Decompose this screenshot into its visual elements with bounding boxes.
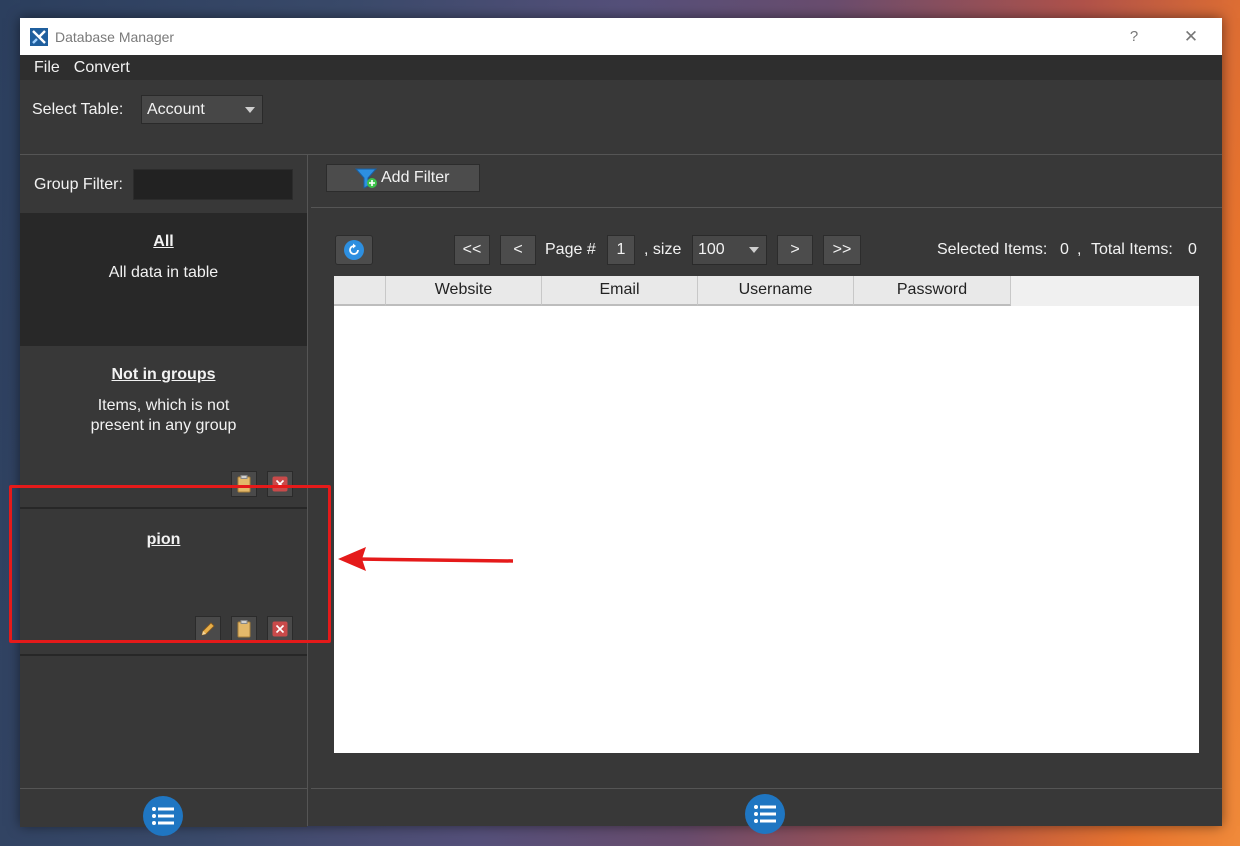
items-menu-button[interactable] xyxy=(745,794,785,834)
group-filter-label: Group Filter: xyxy=(34,176,123,193)
list-icon xyxy=(754,805,776,823)
close-button[interactable]: ✕ xyxy=(1168,18,1214,55)
table-header: Website Email Username Password xyxy=(334,276,1199,306)
group-title: Not in groups xyxy=(111,366,216,383)
column-header-email[interactable]: Email xyxy=(542,276,698,306)
prev-page-button[interactable]: < xyxy=(500,235,536,265)
column-header-website[interactable]: Website xyxy=(386,276,542,306)
total-items-label: Total Items: xyxy=(1091,241,1173,258)
menu-bar: File Convert xyxy=(20,55,1222,80)
filter-add-icon xyxy=(355,168,378,189)
annotation-highlight-box xyxy=(9,485,331,643)
selected-items-count: 0 xyxy=(1060,241,1069,258)
column-header-password[interactable]: Password xyxy=(854,276,1011,306)
page-size-value: 100 xyxy=(698,241,725,258)
menu-file[interactable]: File xyxy=(27,59,67,77)
refresh-icon xyxy=(344,240,364,260)
header-corner[interactable] xyxy=(334,276,386,306)
divider xyxy=(311,207,1222,208)
dropdown-arrow-icon xyxy=(245,106,255,113)
separator-comma: , xyxy=(1077,241,1082,258)
refresh-button[interactable] xyxy=(335,235,373,265)
next-page-button[interactable]: > xyxy=(777,235,813,265)
total-items-count: 0 xyxy=(1188,241,1197,258)
table-select-value: Account xyxy=(147,100,205,118)
group-all[interactable]: All All data in table xyxy=(20,213,307,346)
page-size-select[interactable]: 100 xyxy=(692,235,767,265)
items-panel: Add Filter << < Page # 1 , size 100 > >>… xyxy=(309,155,1222,834)
groups-menu-button[interactable] xyxy=(143,796,183,836)
annotation-arrow xyxy=(338,547,514,571)
items-table[interactable]: Website Email Username Password xyxy=(334,276,1199,753)
page-number-input[interactable]: 1 xyxy=(607,235,635,265)
add-filter-label: Add Filter xyxy=(381,169,450,186)
last-page-button[interactable]: >> xyxy=(823,235,861,265)
list-icon xyxy=(152,807,174,825)
first-page-button[interactable]: << xyxy=(454,235,490,265)
select-table-label: Select Table: xyxy=(32,101,124,118)
size-label: , size xyxy=(644,241,682,258)
group-description-line1: Items, which is not xyxy=(97,397,230,414)
group-description: All data in table xyxy=(108,264,219,281)
title-bar: Database Manager ? ✕ xyxy=(20,18,1222,55)
column-header-username[interactable]: Username xyxy=(698,276,854,306)
group-filter-input[interactable] xyxy=(133,169,293,200)
page-label: Page # xyxy=(545,241,596,258)
groups-footer xyxy=(20,788,307,836)
add-filter-button[interactable]: Add Filter xyxy=(326,164,480,192)
menu-convert[interactable]: Convert xyxy=(67,59,137,77)
group-title: All xyxy=(153,233,174,250)
group-description-line2: present in any group xyxy=(90,417,237,434)
table-toolbar: Select Table: Account xyxy=(20,80,1222,155)
dropdown-arrow-icon xyxy=(749,247,759,253)
window-title: Database Manager xyxy=(55,28,175,45)
selected-items-label: Selected Items: xyxy=(937,241,1048,258)
table-select[interactable]: Account xyxy=(141,95,263,124)
app-icon xyxy=(30,27,48,46)
database-manager-window: Database Manager ? ✕ File Convert Select… xyxy=(20,18,1222,836)
items-footer xyxy=(311,788,1222,834)
help-button[interactable]: ? xyxy=(1111,18,1157,55)
